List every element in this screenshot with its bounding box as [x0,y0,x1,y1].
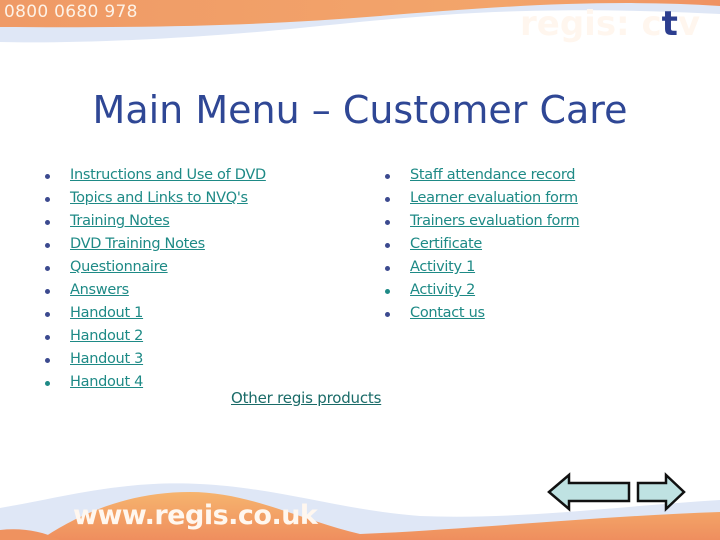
logo-text-end: v [677,4,701,44]
bullet-icon [45,197,50,202]
right-arrow-icon [636,472,686,512]
bullet-icon [385,266,390,271]
bullet-icon [385,174,390,179]
left-arrow-icon [547,472,631,512]
bullet-icon [45,220,50,225]
bullet-icon [45,243,50,248]
bullet-icon [45,266,50,271]
link-contact-us[interactable]: Contact us [410,302,485,325]
bullet-icon [385,220,390,225]
link-activity-1[interactable]: Activity 1 [410,256,475,279]
bullet-icon [45,358,50,363]
phone-number: 0800 0680 978 [4,2,138,22]
link-handout-1[interactable]: Handout 1 [70,302,143,325]
link-trainers-evaluation[interactable]: Trainers evaluation form [410,210,580,233]
link-certificate[interactable]: Certificate [410,233,482,256]
bullet-icon [385,312,390,317]
bullet-icon [385,289,390,294]
link-handout-4[interactable]: Handout 4 [70,371,143,394]
link-topics-nvqs[interactable]: Topics and Links to NVQ's [70,187,248,210]
link-handout-2[interactable]: Handout 2 [70,325,143,348]
link-training-notes[interactable]: Training Notes [70,210,170,233]
next-button[interactable] [636,471,686,513]
link-answers[interactable]: Answers [70,279,129,302]
bullet-icon [45,289,50,294]
previous-button[interactable] [547,471,633,513]
link-handout-3[interactable]: Handout 3 [70,348,143,371]
logo-text-accent: t [661,4,678,44]
link-activity-2[interactable]: Activity 2 [410,279,475,302]
bullet-icon [45,335,50,340]
link-questionnaire[interactable]: Questionnaire [70,256,168,279]
bullet-icon [385,243,390,248]
bullet-icon [45,174,50,179]
link-instructions[interactable]: Instructions and Use of DVD [70,164,266,187]
regis-ctv-logo: regis: ctv [520,4,700,44]
link-other-regis-products[interactable]: Other regis products [231,389,381,407]
bullet-icon [385,197,390,202]
bullet-icon [45,381,50,386]
link-dvd-training-notes[interactable]: DVD Training Notes [70,233,205,256]
link-staff-attendance[interactable]: Staff attendance record [410,164,575,187]
page-title: Main Menu – Customer Care [92,88,628,132]
link-learner-evaluation[interactable]: Learner evaluation form [410,187,578,210]
bullet-icon [45,312,50,317]
logo-text: regis: c [520,4,662,44]
website-url: www.regis.co.uk [73,500,318,531]
